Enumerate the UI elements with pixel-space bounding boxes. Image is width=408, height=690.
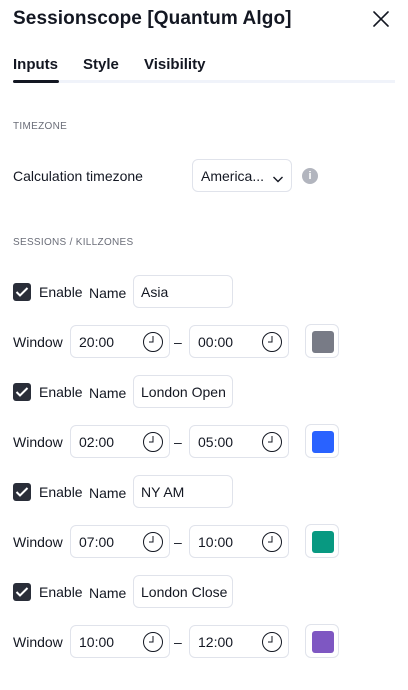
time-range-dash: – <box>174 534 182 550</box>
enable-label: Enable <box>39 384 83 400</box>
color-swatch <box>312 431 334 453</box>
session-enable-checkbox[interactable] <box>13 283 31 301</box>
session-enable-checkbox[interactable] <box>13 383 31 401</box>
dialog-header: Sessionscope [Quantum Algo] <box>0 0 408 40</box>
session-name-input[interactable]: NY AM <box>133 475 233 508</box>
close-icon[interactable] <box>370 8 392 30</box>
color-swatch <box>312 531 334 553</box>
info-icon[interactable]: i <box>302 168 318 184</box>
checkmark-icon <box>15 587 29 597</box>
session-color-picker[interactable] <box>305 624 339 658</box>
checkmark-icon <box>15 487 29 497</box>
window-label: Window <box>13 434 63 450</box>
dialog-title: Sessionscope [Quantum Algo] <box>13 8 292 29</box>
timezone-select-value: America... <box>201 168 265 184</box>
tab-inputs[interactable]: Inputs <box>13 56 58 73</box>
time-range-dash: – <box>174 434 182 450</box>
color-swatch <box>312 631 334 653</box>
clock-icon[interactable] <box>142 631 164 653</box>
session-name-input[interactable]: London Open <box>133 375 233 408</box>
name-label: Name <box>89 485 127 501</box>
clock-icon[interactable] <box>142 431 164 453</box>
session-enable-checkbox[interactable] <box>13 583 31 601</box>
clock-icon[interactable] <box>261 531 283 553</box>
name-label: Name <box>89 285 127 301</box>
end-time-value: 12:00 <box>198 634 234 650</box>
name-label: Name <box>89 585 127 601</box>
section-heading-timezone: TIMEZONE <box>13 121 68 132</box>
session-enable-checkbox[interactable] <box>13 483 31 501</box>
window-label: Window <box>13 534 63 550</box>
end-time-value: 00:00 <box>198 334 234 350</box>
session-color-picker[interactable] <box>305 524 339 558</box>
session-end-time-input[interactable]: 00:00 <box>189 325 289 358</box>
checkmark-icon <box>15 387 29 397</box>
session-name-input[interactable]: London Close <box>133 575 233 608</box>
clock-icon[interactable] <box>261 431 283 453</box>
enable-label: Enable <box>39 484 83 500</box>
enable-label: Enable <box>39 284 83 300</box>
end-time-value: 05:00 <box>198 434 234 450</box>
end-time-value: 10:00 <box>198 534 234 550</box>
color-swatch <box>312 331 334 353</box>
time-range-dash: – <box>174 634 182 650</box>
calculation-timezone-label: Calculation timezone <box>13 168 143 184</box>
window-label: Window <box>13 634 63 650</box>
session-end-time-input[interactable]: 12:00 <box>189 625 289 658</box>
session-start-time-input[interactable]: 07:00 <box>70 525 170 558</box>
start-time-value: 20:00 <box>79 334 115 350</box>
start-time-value: 02:00 <box>79 434 115 450</box>
session-start-time-input[interactable]: 10:00 <box>70 625 170 658</box>
clock-icon[interactable] <box>142 331 164 353</box>
tabs-divider <box>59 80 395 83</box>
window-label: Window <box>13 334 63 350</box>
clock-icon[interactable] <box>261 631 283 653</box>
checkmark-icon <box>15 287 29 297</box>
session-end-time-input[interactable]: 10:00 <box>189 525 289 558</box>
active-tab-indicator <box>13 80 59 83</box>
enable-label: Enable <box>39 584 83 600</box>
clock-icon[interactable] <box>261 331 283 353</box>
tab-style[interactable]: Style <box>83 56 119 73</box>
session-start-time-input[interactable]: 20:00 <box>70 325 170 358</box>
clock-icon[interactable] <box>142 531 164 553</box>
session-start-time-input[interactable]: 02:00 <box>70 425 170 458</box>
time-range-dash: – <box>174 334 182 350</box>
timezone-select[interactable]: America... <box>192 159 292 192</box>
start-time-value: 07:00 <box>79 534 115 550</box>
session-color-picker[interactable] <box>305 324 339 358</box>
session-end-time-input[interactable]: 05:00 <box>189 425 289 458</box>
start-time-value: 10:00 <box>79 634 115 650</box>
chevron-down-icon <box>272 171 284 183</box>
session-color-picker[interactable] <box>305 424 339 458</box>
section-heading-sessions: SESSIONS / KILLZONES <box>13 237 134 248</box>
session-name-input[interactable]: Asia <box>133 275 233 308</box>
name-label: Name <box>89 385 127 401</box>
tab-visibility[interactable]: Visibility <box>144 56 205 73</box>
